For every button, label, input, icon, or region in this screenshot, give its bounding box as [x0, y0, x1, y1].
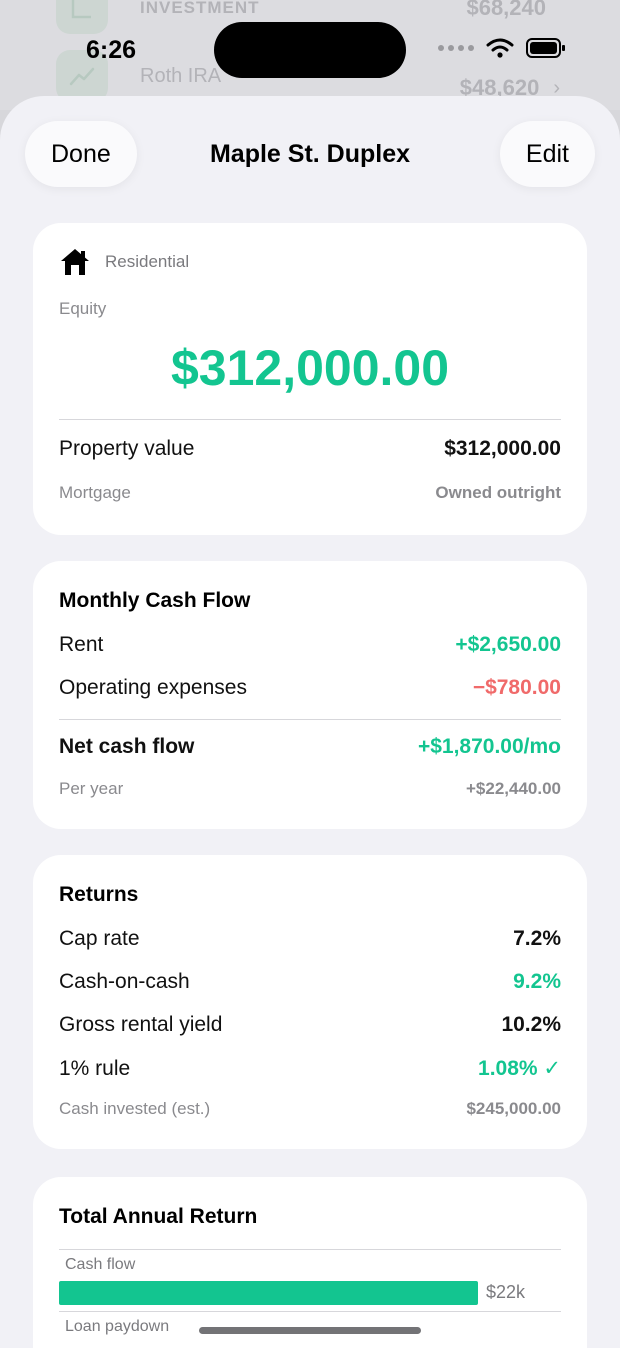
property-value: $312,000.00	[444, 437, 561, 460]
per-year-row: Per year +$22,440.00	[59, 779, 561, 799]
section-title: Returns	[59, 883, 139, 906]
net-cash-flow-value: +$1,870.00/mo	[417, 735, 561, 758]
cellular-signal-icon	[438, 45, 474, 51]
home-indicator[interactable]	[199, 1327, 421, 1334]
net-cash-flow-label: Net cash flow	[59, 735, 195, 758]
property-type-label: Residential	[105, 252, 190, 271]
status-bar: 6:26	[0, 0, 620, 96]
rent-label: Rent	[59, 633, 104, 656]
cash-invested-value: $245,000.00	[466, 1099, 561, 1118]
total-annual-return-card: Total Annual Return Cash flow $22k Loan …	[33, 1177, 587, 1348]
cap-rate-value: 7.2%	[513, 927, 561, 950]
bar-label-loan-paydown: Loan paydown	[65, 1318, 170, 1335]
bar-label-cash-flow: Cash flow	[65, 1256, 136, 1273]
cash-invested-label: Cash invested (est.)	[59, 1099, 211, 1118]
divider	[59, 1249, 561, 1250]
one-percent-rule-label: 1% rule	[59, 1056, 131, 1080]
mortgage-label: Mortgage	[59, 483, 131, 502]
property-type: Residential	[59, 247, 189, 277]
operating-expenses-row: Operating expenses −$780.00	[59, 676, 561, 700]
navigation-bar: Done Maple St. Duplex Edit	[0, 96, 620, 218]
battery-icon	[526, 38, 565, 58]
equity-summary-card: Residential Equity $312,000.00 Property …	[33, 223, 587, 535]
net-cash-flow-row: Net cash flow +$1,870.00/mo	[59, 735, 561, 759]
cash-on-cash-value: 9.2%	[513, 970, 561, 993]
per-year-label: Per year	[59, 779, 124, 798]
operating-expenses-value: −$780.00	[472, 676, 561, 699]
gross-rental-yield-row: Gross rental yield 10.2%	[59, 1013, 561, 1037]
cash-on-cash-label: Cash-on-cash	[59, 970, 190, 993]
property-detail-sheet: Done Maple St. Duplex Edit Residential E…	[0, 96, 620, 1348]
equity-label: Equity	[59, 299, 107, 318]
property-value-label: Property value	[59, 437, 195, 460]
one-percent-rule-row: 1% rule 1.08% ✓	[59, 1056, 561, 1081]
rent-row: Rent +$2,650.00	[59, 633, 561, 657]
gross-rental-yield-value: 10.2%	[501, 1013, 561, 1036]
cap-rate-row: Cap rate 7.2%	[59, 927, 561, 951]
divider	[59, 719, 561, 720]
returns-card: Returns Cap rate 7.2% Cash-on-cash 9.2% …	[33, 855, 587, 1149]
per-year-value: +$22,440.00	[465, 779, 561, 798]
bar-cash-flow: $22k	[59, 1281, 561, 1305]
house-icon	[61, 249, 89, 275]
bar-value-cash-flow: $22k	[486, 1282, 526, 1302]
cash-on-cash-row: Cash-on-cash 9.2%	[59, 970, 561, 994]
equity-value: $312,000.00	[170, 340, 450, 396]
section-title: Total Annual Return	[59, 1205, 258, 1228]
operating-expenses-label: Operating expenses	[59, 676, 247, 699]
property-value-row: Property value $312,000.00	[59, 437, 561, 461]
divider	[59, 419, 561, 420]
cash-invested-row: Cash invested (est.) $245,000.00	[59, 1099, 561, 1119]
cap-rate-label: Cap rate	[59, 927, 140, 950]
mortgage-row: Mortgage Owned outright	[59, 483, 561, 503]
divider	[59, 1311, 561, 1312]
mortgage-value: Owned outright	[435, 483, 561, 502]
bar-fill-cash-flow	[59, 1281, 478, 1305]
gross-rental-yield-label: Gross rental yield	[59, 1013, 223, 1036]
status-icons	[438, 38, 566, 58]
rent-value: +$2,650.00	[455, 633, 561, 656]
one-percent-rule-value: 1.08% ✓	[478, 1057, 561, 1080]
status-time: 6:26	[86, 36, 137, 64]
wifi-icon	[486, 38, 514, 58]
dynamic-island	[214, 22, 406, 78]
section-title: Monthly Cash Flow	[59, 589, 251, 612]
monthly-cash-flow-card: Monthly Cash Flow Rent +$2,650.00 Operat…	[33, 561, 587, 829]
edit-button[interactable]: Edit	[499, 121, 595, 187]
